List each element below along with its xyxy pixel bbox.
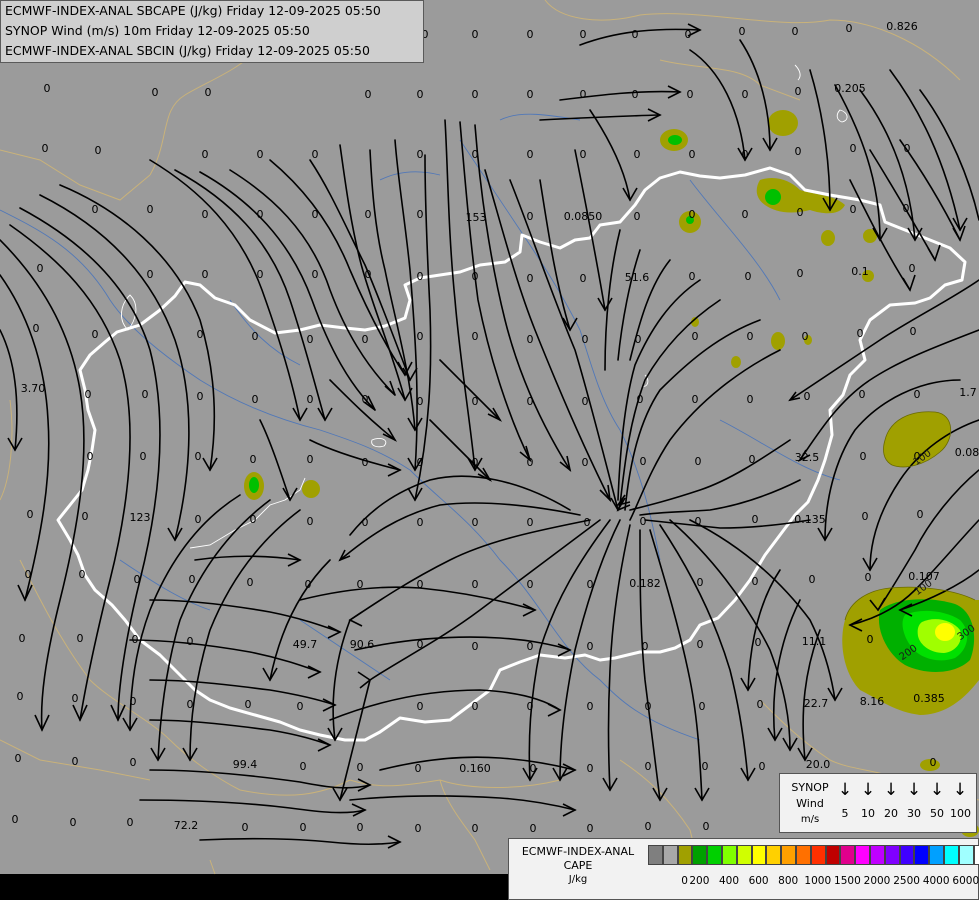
cape-color-swatch [751, 845, 767, 865]
wind-speed-item: ↓ 5 [835, 779, 855, 820]
wind-speed-item: ↓ 50 [927, 779, 947, 820]
wind-speed-label: 5 [841, 807, 849, 820]
arrow-down-icon: ↓ [952, 780, 968, 800]
wind-legend-unit: m/s [800, 814, 820, 825]
wind-speed-label: 20 [884, 807, 898, 820]
wind-speed-item: ↓ 30 [904, 779, 924, 820]
wind-speed-item: ↓ 100 [950, 779, 971, 820]
cape-color-swatch [973, 845, 979, 865]
cape-color-swatch [914, 845, 930, 865]
cape-color-swatch [721, 845, 737, 865]
title-sbcape: ECMWF-INDEX-ANAL SBCAPE (J/kg) Friday 12… [5, 3, 381, 18]
cape-color-swatch [795, 845, 811, 865]
cape-tick-label: 600 [748, 875, 769, 887]
wind-legend: SYNOP Wind m/s ↓ 5 ↓ 10 ↓ 20 ↓ 30 ↓ 50 ↓ 100 [779, 773, 977, 833]
wind-speed-label: 10 [861, 807, 875, 820]
wind-speed-label: 50 [930, 807, 944, 820]
cape-color-swatch [781, 845, 796, 865]
wind-speed-item: ↓ 10 [858, 779, 878, 820]
arrow-down-icon: ↓ [837, 780, 853, 800]
cape-tick-label: 800 [778, 875, 799, 887]
arrow-down-icon: ↓ [906, 780, 922, 800]
cape-color-swatch [855, 845, 870, 865]
cape-colorbar-ticks: 0 200 400 600 800 1000 1500 2000 2500 4000 6000 [648, 875, 979, 889]
cape-color-swatch [677, 845, 693, 865]
wind-legend-title: SYNOP [791, 781, 829, 794]
cape-tick-label: 200 [689, 875, 710, 887]
cape-tick-label: 2500 [893, 875, 920, 887]
cape-color-swatch [943, 845, 959, 865]
cape-color-swatch [899, 845, 915, 865]
cape-tick-label: 0 [681, 875, 688, 887]
cape-color-swatch [692, 845, 708, 865]
wind-speed-item: ↓ 20 [881, 779, 901, 820]
cape-color-swatch [766, 845, 782, 865]
cape-color-swatch [929, 845, 944, 865]
cape-tick-label: 1500 [834, 875, 861, 887]
cape-legend-model: ECMWF-INDEX-ANAL [521, 845, 635, 858]
cape-color-swatch [648, 845, 663, 865]
cape-legend: ECMWF-INDEX-ANAL CAPE J/kg 0 200 400 600 800… [508, 838, 979, 900]
title-synop-wind: SYNOP Wind (m/s) 10m Friday 12-09-2025 0… [5, 23, 310, 38]
cape-legend-param: CAPE [563, 859, 593, 872]
arrow-down-icon: ↓ [929, 780, 945, 800]
arrow-down-icon: ↓ [860, 780, 876, 800]
wind-speed-label: 100 [950, 807, 971, 820]
cape-color-swatch [707, 845, 722, 865]
weather-map[interactable] [0, 0, 979, 900]
cape-tick-label: 2000 [863, 875, 891, 887]
cape-color-swatch [869, 845, 885, 865]
cape-color-swatch [662, 845, 678, 865]
map-viewport[interactable]: 0 0 0 0 0 0 0 0 0 0 0 0 0 0 0 0 0 0 0 0 0 0 0 0 0 0 3.70 0 0 0 0 0 0 0 0 0 0… [0, 0, 979, 900]
cape-color-swatch [810, 845, 826, 865]
cape-color-swatch [884, 845, 900, 865]
cape-tick-label: 4000 [922, 875, 950, 887]
cape-tick-label: 6000 [952, 875, 979, 887]
map-title-box: ECMWF-INDEX-ANAL SBCAPE (J/kg) Friday 12… [0, 0, 424, 63]
cape-tick-label: 1000 [804, 875, 832, 887]
cape-color-swatch [825, 845, 841, 865]
wind-speed-label: 30 [907, 807, 921, 820]
title-sbcin: ECMWF-INDEX-ANAL SBCIN (J/kg) Friday 12-… [5, 43, 370, 58]
cape-legend-title: ECMWF-INDEX-ANAL CAPE J/kg [513, 845, 643, 887]
cape-color-swatch [840, 845, 856, 865]
cape-color-swatch [958, 845, 974, 865]
arrow-down-icon: ↓ [883, 780, 899, 800]
cape-legend-unit: J/kg [568, 874, 588, 885]
cape-tick-label: 400 [718, 875, 740, 887]
cape-colorbar [648, 845, 979, 865]
cape-color-swatch [736, 845, 752, 865]
wind-legend-subtitle: Wind [796, 797, 824, 810]
